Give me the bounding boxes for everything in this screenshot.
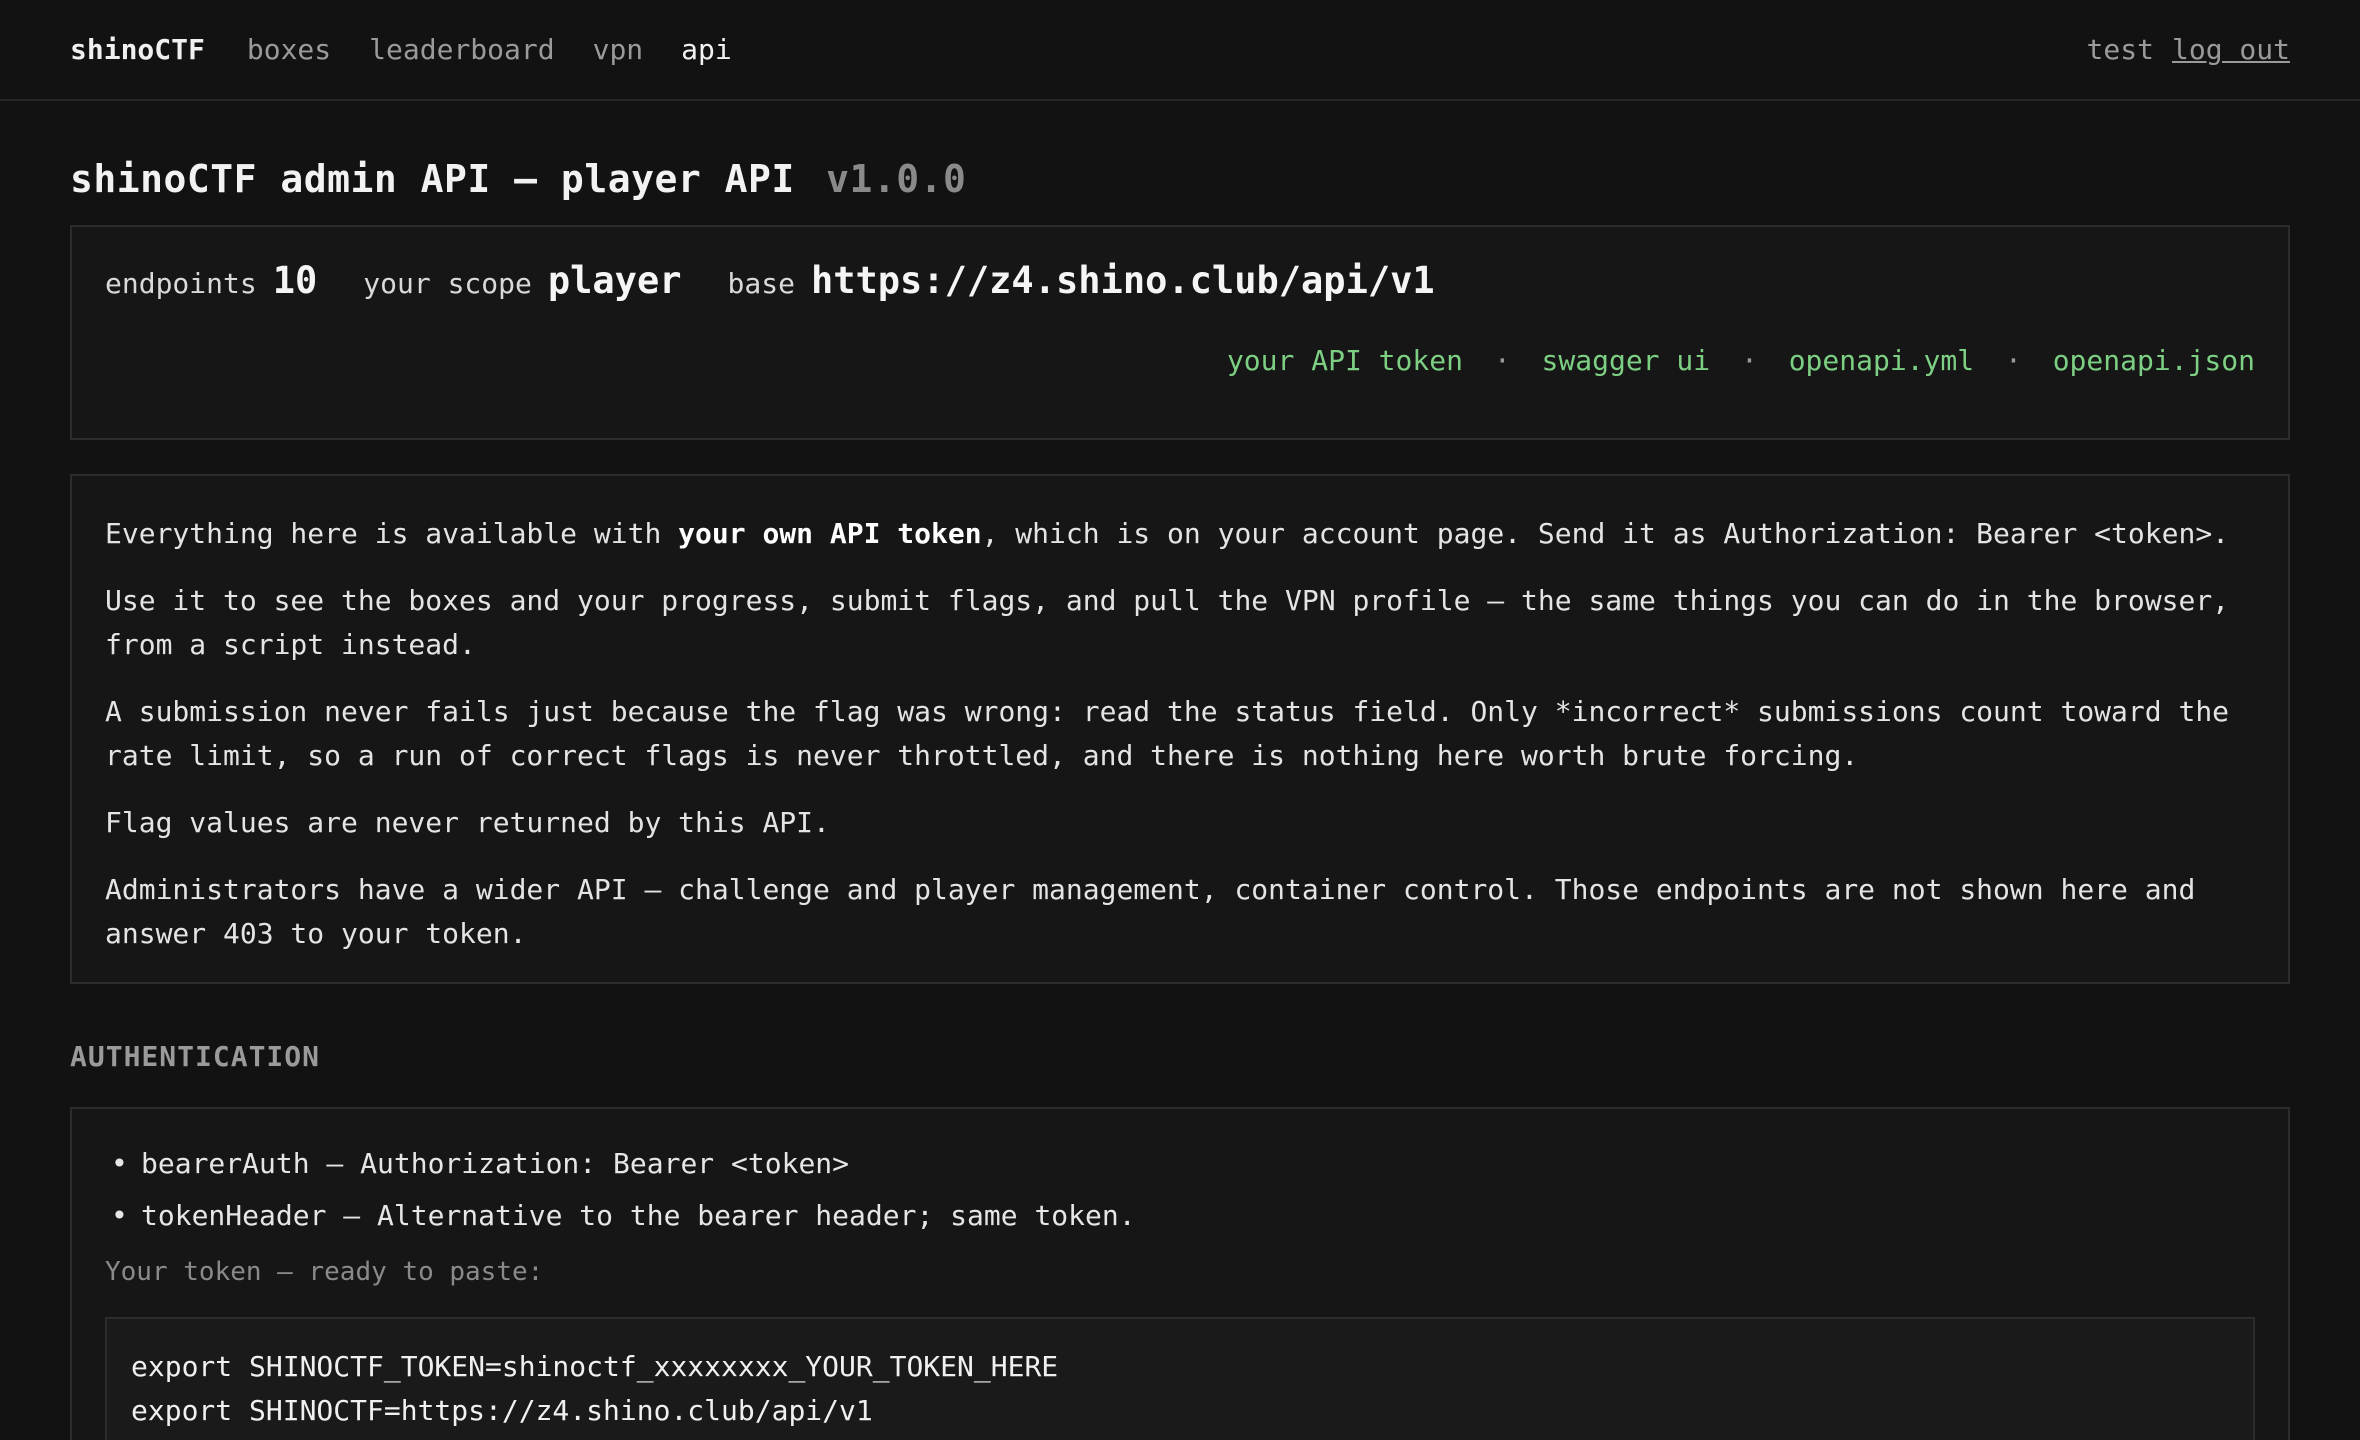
api-stats: endpoints 10 your scope player base http… (105, 259, 2255, 302)
info-paragraph-rate-limit: A submission never fails just because th… (105, 695, 2230, 772)
stat-scope: your scope player (363, 259, 681, 302)
api-info-panel: Everything here is available with your o… (70, 474, 2290, 984)
info-paragraph-usage: Use it to see the boxes and your progres… (105, 584, 2230, 661)
api-summary-panel: endpoints 10 your scope player base http… (70, 225, 2290, 440)
stat-scope-value: player (547, 259, 682, 302)
current-user: test (2086, 33, 2154, 66)
info-p1-before: Everything here is available with (105, 517, 679, 550)
code-line-base: export SHINOCTF=https://z4.shino.club/ap… (131, 1394, 873, 1427)
brand-link[interactable]: shinoCTF (70, 33, 205, 66)
info-paragraph-flags: Flag values are never returned by this A… (105, 806, 830, 839)
auth-heading: AUTHENTICATION (70, 1040, 321, 1073)
nav-link-vpn[interactable]: vpn (593, 33, 644, 66)
stat-endpoints-label: endpoints (105, 267, 257, 300)
api-token-link[interactable]: your API token (1227, 344, 1463, 377)
openapi-yml-link[interactable]: openapi.yml (1789, 344, 1974, 377)
auth-panel: bearerAuth — Authorization: Bearer <toke… (70, 1107, 2290, 1440)
info-p1-bold: your own API token (678, 517, 982, 550)
main-content: shinoCTF admin API — player API v1.0.0 e… (0, 101, 2360, 1440)
stat-endpoints-value: 10 (272, 259, 318, 302)
nav-link-api[interactable]: api (681, 33, 732, 66)
logout-link[interactable]: log out (2172, 33, 2290, 66)
info-p1-after: , which is on your account page. Send it… (981, 517, 2230, 550)
nav-link-leaderboard[interactable]: leaderboard (369, 33, 554, 66)
stat-base-value: https://z4.shino.club/api/v1 (810, 259, 1435, 302)
nav-link-boxes[interactable]: boxes (247, 33, 331, 66)
api-version: v1.0.0 (826, 157, 967, 201)
auth-method-bearer: bearerAuth — Authorization: Bearer <toke… (105, 1145, 2255, 1183)
stat-endpoints: endpoints 10 (105, 259, 317, 302)
code-line-token: export SHINOCTF_TOKEN=shinoctf_xxxxxxxx_… (131, 1350, 1059, 1383)
info-paragraph-admin: Administrators have a wider API — challe… (105, 873, 2196, 950)
top-nav: shinoCTF boxes leaderboard vpn api test … (0, 0, 2360, 101)
link-separator: · (1493, 344, 1511, 377)
stat-base-label: base (727, 267, 795, 300)
token-hint: Your token — ready to paste: (105, 1257, 544, 1287)
swagger-ui-link[interactable]: swagger ui (1542, 344, 1711, 377)
stat-base: base https://z4.shino.club/api/v1 (728, 259, 1435, 302)
page-title-text: shinoCTF admin API — player API (70, 157, 795, 201)
page-title: shinoCTF admin API — player API v1.0.0 (70, 157, 2290, 201)
auth-methods-list: bearerAuth — Authorization: Bearer <toke… (105, 1145, 2255, 1235)
token-code-block[interactable]: export SHINOCTF_TOKEN=shinoctf_xxxxxxxx_… (105, 1317, 2255, 1440)
auth-method-token-header: tokenHeader — Alternative to the bearer … (105, 1197, 2255, 1235)
stat-scope-label: your scope (363, 267, 532, 300)
openapi-json-link[interactable]: openapi.json (2053, 344, 2255, 377)
link-separator: · (1740, 344, 1758, 377)
link-separator: · (2004, 344, 2022, 377)
info-paragraph-token: Everything here is available with your o… (105, 512, 2255, 556)
api-links: your API token · swagger ui · openapi.ym… (105, 344, 2255, 377)
